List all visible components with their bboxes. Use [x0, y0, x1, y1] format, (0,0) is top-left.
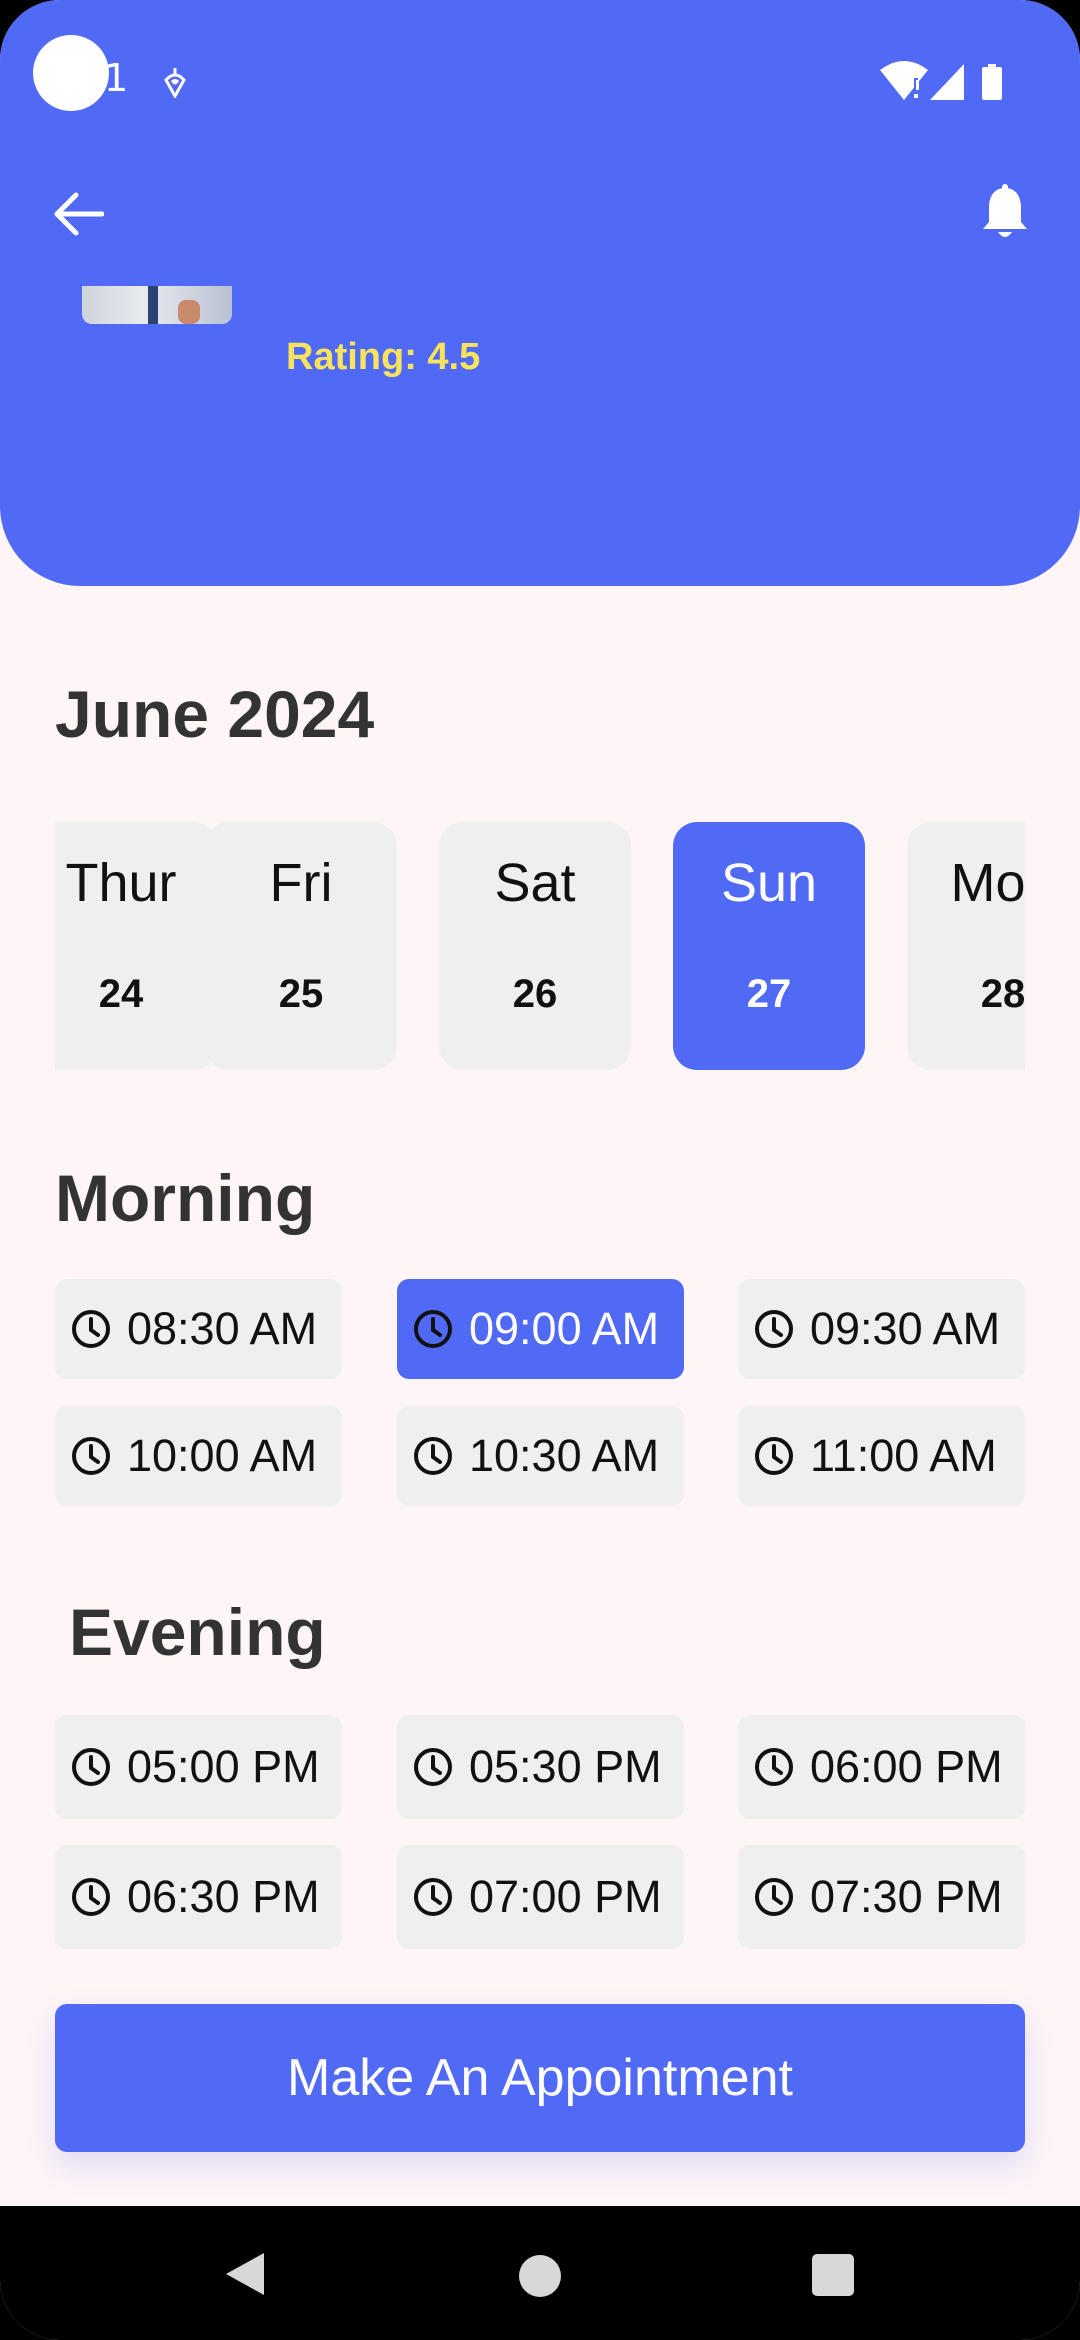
clock-icon	[72, 1310, 110, 1348]
time-slot[interactable]: 09:30 AM	[738, 1279, 1025, 1379]
status-bar: 1	[0, 0, 1080, 170]
day-number: 25	[278, 972, 324, 1016]
camera-cutout	[33, 35, 109, 111]
day-selector[interactable]: Thur 24 Fri 25 Sat 26 Sun 27 Mon 28	[55, 822, 1025, 1070]
time-slot-label: 05:00 PM	[127, 1741, 320, 1792]
arrow-left-icon	[54, 192, 104, 236]
time-slot-label: 06:30 PM	[127, 1871, 320, 1922]
time-slot-label: 07:30 PM	[810, 1871, 1003, 1922]
evening-title: Evening	[69, 1595, 326, 1669]
time-slot[interactable]: 08:30 AM	[55, 1279, 342, 1379]
time-slot[interactable]: 06:00 PM	[738, 1715, 1025, 1819]
clock-icon	[414, 1878, 452, 1916]
clock-icon	[414, 1310, 452, 1348]
make-appointment-button[interactable]: Make An Appointment	[55, 2004, 1025, 2152]
nav-recents-icon[interactable]	[812, 2254, 854, 2296]
doctor-rating: Rating: 4.5	[286, 336, 481, 378]
time-slot-label: 10:00 AM	[127, 1430, 318, 1481]
day-name: Sun	[720, 853, 818, 913]
cell-signal-icon	[930, 64, 964, 100]
nav-back-icon[interactable]	[222, 2251, 266, 2297]
time-slot[interactable]: 05:30 PM	[397, 1715, 684, 1819]
time-slot-selected[interactable]: 09:00 AM	[397, 1279, 684, 1379]
day-card-27[interactable]: Sun 27	[673, 822, 865, 1070]
screen: 1 Rating: 4.5 June 2024 Thur 24 Fri 25 S…	[0, 0, 1080, 2340]
time-slot-label: 09:30 AM	[810, 1303, 1001, 1354]
month-title: June 2024	[55, 677, 375, 751]
time-slot[interactable]: 07:00 PM	[397, 1845, 684, 1949]
day-card-25[interactable]: Fri 25	[205, 822, 397, 1070]
time-slot-label: 05:30 PM	[469, 1741, 662, 1792]
time-slot[interactable]: 05:00 PM	[55, 1715, 342, 1819]
doctor-photo	[82, 286, 232, 324]
doctor-header: 1 Rating: 4.5	[0, 0, 1080, 586]
time-slot[interactable]: 10:30 AM	[397, 1406, 684, 1506]
day-card-26[interactable]: Sat 26	[439, 822, 631, 1070]
day-number: 24	[98, 972, 144, 1016]
day-name: Fri	[269, 853, 333, 913]
morning-title: Morning	[55, 1161, 316, 1235]
time-slot[interactable]: 10:00 AM	[55, 1406, 342, 1506]
clock-icon	[755, 1437, 793, 1475]
app-notification-icon	[164, 68, 186, 98]
back-button[interactable]	[44, 180, 112, 248]
nav-home-icon[interactable]	[518, 2254, 562, 2298]
clock-icon	[72, 1437, 110, 1475]
day-number: 26	[512, 972, 558, 1016]
clock-icon	[414, 1748, 452, 1786]
day-number: 28	[980, 972, 1025, 1016]
time-slot-label: 06:00 PM	[810, 1741, 1003, 1792]
bell-icon	[983, 184, 1027, 237]
clock-icon	[755, 1310, 793, 1348]
time-slot-label: 10:30 AM	[469, 1430, 660, 1481]
status-clock: 1	[104, 56, 129, 100]
day-card-24[interactable]: Thur 24	[55, 822, 217, 1070]
clock-icon	[72, 1748, 110, 1786]
system-nav-bar	[0, 2206, 1080, 2340]
time-slot-label: 11:00 AM	[810, 1430, 997, 1481]
wifi-icon	[880, 61, 928, 100]
time-slot[interactable]: 07:30 PM	[738, 1845, 1025, 1949]
notifications-button[interactable]	[970, 178, 1040, 248]
clock-icon	[72, 1878, 110, 1916]
day-number: 27	[746, 972, 792, 1016]
time-slot-label: 09:00 AM	[469, 1303, 660, 1354]
time-slot[interactable]: 06:30 PM	[55, 1845, 342, 1949]
day-name: Sat	[494, 853, 576, 913]
day-name: Mon	[950, 853, 1025, 913]
time-slot[interactable]: 11:00 AM	[738, 1406, 1025, 1506]
time-slot-label: 07:00 PM	[469, 1871, 662, 1922]
clock-icon	[755, 1748, 793, 1786]
battery-icon	[982, 64, 1002, 100]
day-name: Thur	[65, 853, 177, 913]
time-slot-label: 08:30 AM	[127, 1303, 318, 1354]
clock-icon	[755, 1878, 793, 1916]
day-card-28[interactable]: Mon 28	[907, 822, 1025, 1070]
clock-icon	[414, 1437, 452, 1475]
